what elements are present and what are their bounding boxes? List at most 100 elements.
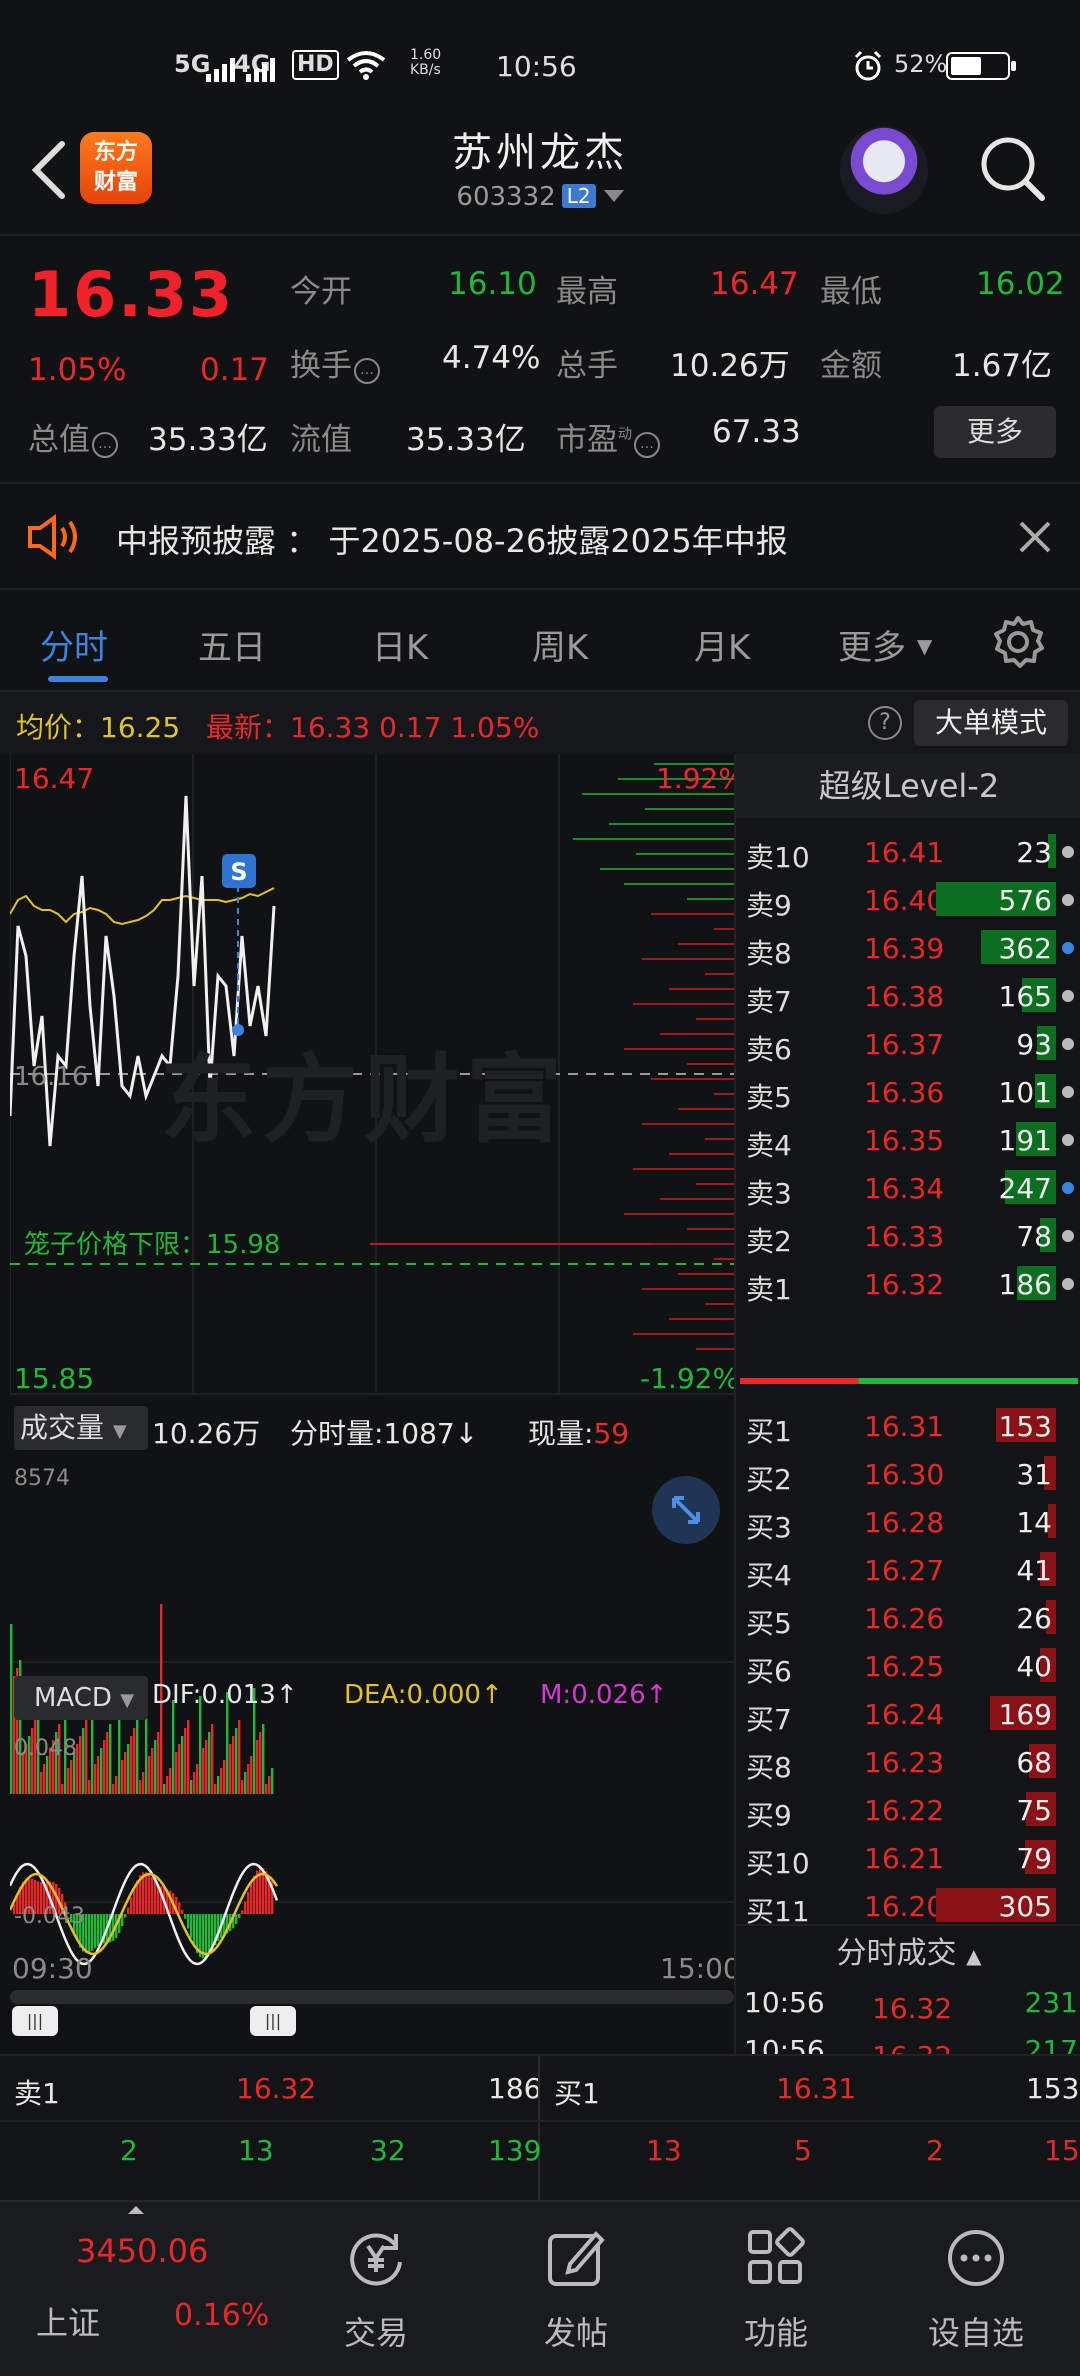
macd-axis-top: 0.048	[14, 1736, 77, 1761]
sell-level-price: 16.32	[864, 1268, 945, 1301]
buy-order-row[interactable]: 买4 16.27 41	[736, 1546, 1080, 1594]
volume-indicator-select[interactable]: 成交量 ▼	[14, 1406, 148, 1450]
buy-order-row[interactable]: 买9 16.22 75	[736, 1786, 1080, 1834]
buy-level-price: 16.25	[864, 1650, 945, 1683]
sell-order-row[interactable]: 卖10 16.41 23	[736, 828, 1080, 876]
sell-level-volume: 93	[1016, 1028, 1052, 1061]
sell-level-price: 16.40	[864, 884, 945, 917]
macd-indicator-select[interactable]: MACD ▼	[14, 1676, 148, 1720]
tab-intraday[interactable]: 分时	[40, 620, 108, 669]
tab-five-day[interactable]: 五日	[198, 620, 266, 669]
order-dot-icon	[1062, 894, 1074, 906]
strip-sell1-price: 16.32	[236, 2072, 317, 2105]
assistant-robot-icon[interactable]	[840, 126, 928, 214]
index-name: 上证	[36, 2304, 101, 2342]
axis-pct-high: 1.92%	[656, 762, 745, 795]
buy-order-row[interactable]: 买10 16.21 79	[736, 1834, 1080, 1882]
tab-monthly-k[interactable]: 月K	[694, 620, 750, 669]
buy-level-volume: 79	[1016, 1842, 1052, 1875]
header: 东方财富 苏州龙杰 603332 L2	[0, 110, 1080, 234]
info-icon[interactable]: …	[92, 432, 118, 458]
info-icon[interactable]: …	[634, 432, 660, 458]
sell-level-label: 卖3	[746, 1177, 792, 1210]
sell-order-row[interactable]: 卖4 16.35 191	[736, 1116, 1080, 1164]
buy-order-row[interactable]: 买3 16.28 14	[736, 1498, 1080, 1546]
buy-order-row[interactable]: 买5 16.26 26	[736, 1594, 1080, 1642]
sell-order-row[interactable]: 卖3 16.34 247	[736, 1164, 1080, 1212]
turnover-value: 4.74%	[442, 340, 541, 376]
sell-level-volume: 191	[998, 1124, 1052, 1157]
sell-level-price: 16.39	[864, 932, 945, 965]
buy-level-volume: 75	[1016, 1794, 1052, 1827]
more-quote-button[interactable]: 更多	[934, 406, 1056, 458]
notice-bar[interactable]: 中报预披露 ： 于2025-08-26披露2025年中报	[0, 484, 1080, 588]
wifi-icon	[346, 51, 386, 80]
buy-order-row[interactable]: 买2 16.30 31	[736, 1450, 1080, 1498]
buy-order-row[interactable]: 买6 16.25 40	[736, 1642, 1080, 1690]
big-order-mode-button[interactable]: 大单模式	[914, 700, 1068, 746]
sell-order-row[interactable]: 卖6 16.37 93	[736, 1020, 1080, 1068]
notice-text: 中报预披露 ： 于2025-08-26披露2025年中报	[116, 522, 788, 560]
buy-order-row[interactable]: 买1 16.31 153	[736, 1402, 1080, 1450]
sell-order-row[interactable]: 卖2 16.33 78	[736, 1212, 1080, 1260]
sell-order-row[interactable]: 卖5 16.36 101	[736, 1068, 1080, 1116]
help-icon[interactable]: ?	[868, 706, 902, 740]
time-start: 09:30	[12, 1952, 93, 1985]
order-dot-icon	[1062, 846, 1074, 858]
buy-level-label: 买6	[746, 1655, 792, 1688]
mktcap-label: 总值…	[28, 414, 118, 459]
sell-level-volume: 101	[998, 1076, 1052, 1109]
buy-level-label: 买5	[746, 1607, 792, 1640]
edit-icon	[548, 2231, 605, 2286]
sell-level-volume: 247	[998, 1172, 1052, 1205]
change-amount: 0.17	[200, 352, 270, 388]
volume-label: 总手	[556, 348, 618, 384]
sell-order-row[interactable]: 卖9 16.40 576	[736, 876, 1080, 924]
trade-volume: 231	[1024, 1986, 1078, 2019]
buy-order-row[interactable]: 买7 16.24 169	[736, 1690, 1080, 1738]
axis-price-high: 16.47	[14, 762, 95, 795]
gear-icon[interactable]	[990, 614, 1046, 670]
pe-label: 市盈动…	[556, 414, 660, 459]
tab-more[interactable]: 更多 ▼	[838, 620, 932, 669]
tab-daily-k[interactable]: 日K	[372, 620, 428, 669]
buy-order-row[interactable]: 买8 16.23 68	[736, 1738, 1080, 1786]
buy-level-volume: 305	[998, 1890, 1052, 1923]
alarm-icon	[854, 50, 882, 81]
nav-watchlist-label: 设自选	[927, 2314, 1024, 2352]
sell-order-row[interactable]: 卖1 16.32 186	[736, 1260, 1080, 1308]
buy-level-price: 16.20	[864, 1890, 945, 1923]
sell-level-label: 卖2	[746, 1225, 792, 1258]
nav-index-ticker[interactable]: 3450.06 上证 0.16%	[36, 2202, 269, 2376]
info-icon[interactable]: …	[354, 358, 380, 384]
scroll-handle-right[interactable]: |||	[250, 2006, 296, 2036]
sell-order-row[interactable]: 卖7 16.38 165	[736, 972, 1080, 1020]
axis-price-low: 15.85	[14, 1362, 95, 1395]
chevron-down-icon	[603, 190, 624, 202]
nav-functions[interactable]: 功能	[676, 2202, 876, 2376]
battery-icon	[946, 52, 1016, 80]
trades-title[interactable]: 分时成交 ▲	[736, 1924, 1080, 1980]
sell-level-volume: 576	[998, 884, 1052, 917]
chevron-up-icon	[128, 2206, 144, 2214]
nav-watchlist[interactable]: 设自选	[876, 2202, 1076, 2376]
buy-order-row[interactable]: 买11 16.20 305	[736, 1882, 1080, 1930]
search-icon[interactable]	[976, 132, 1048, 204]
close-icon[interactable]	[1018, 520, 1052, 554]
sell-order-row[interactable]: 卖8 16.39 362	[736, 924, 1080, 972]
order-book-split	[740, 1378, 1078, 1384]
nav-post[interactable]: 发帖	[476, 2202, 676, 2376]
grid-apps-icon	[748, 2227, 805, 2284]
buy-level-label: 买3	[746, 1511, 792, 1544]
buy-level-volume: 41	[1016, 1554, 1052, 1587]
nav-trade[interactable]: 交易	[276, 2202, 476, 2376]
expand-icon[interactable]	[652, 1476, 720, 1544]
hd-badge: HD	[292, 50, 339, 80]
tab-weekly-k[interactable]: 周K	[532, 620, 588, 669]
strip-sell-queue-4: 139	[488, 2134, 542, 2167]
scroll-handle-left[interactable]: |||	[12, 2006, 58, 2036]
time-scroll-track	[10, 1990, 734, 2004]
more-dots-icon	[948, 2230, 1004, 2286]
strip-buy-queue-4: 15	[1044, 2134, 1080, 2167]
sell-level-volume: 78	[1016, 1220, 1052, 1253]
